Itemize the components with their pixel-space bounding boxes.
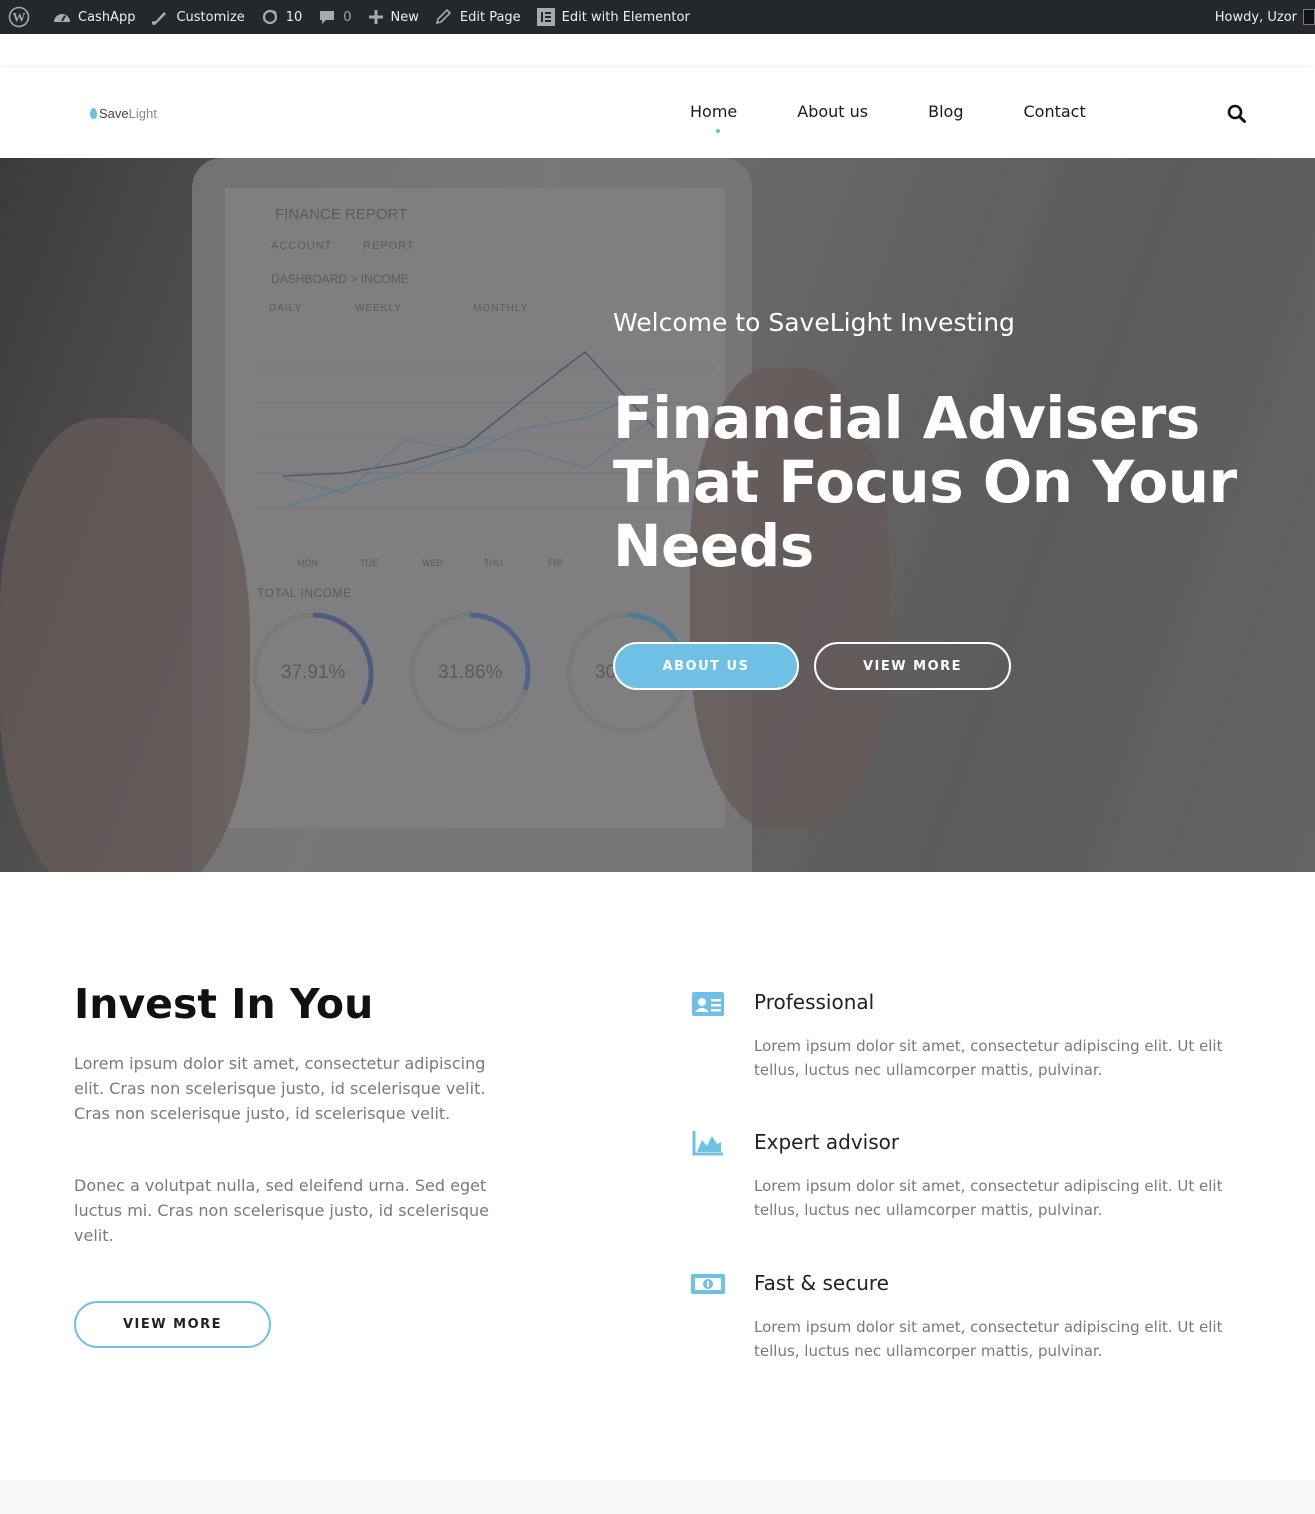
site-name-link[interactable]: CashApp: [45, 0, 143, 34]
wordpress-logo-button[interactable]: W: [0, 0, 45, 34]
id-card-icon: [690, 989, 726, 1019]
invest-paragraph-1: Lorem ipsum dolor sit amet, consectetur …: [74, 1054, 486, 1123]
hero-title-line-2: That Focus On Your: [613, 448, 1237, 516]
refresh-icon: [262, 9, 277, 25]
svg-text:W: W: [13, 10, 26, 25]
comment-icon: [320, 11, 335, 24]
comments-link[interactable]: 0: [310, 0, 359, 34]
edit-page-link[interactable]: Edit Page: [427, 0, 529, 34]
hero-section: FINANCE REPORT ACCOUNT REPORT DASHBOARD …: [0, 158, 1315, 872]
site-logo[interactable]: Save Light: [90, 106, 157, 121]
invest-view-more-button[interactable]: VIEW MORE: [74, 1301, 271, 1348]
nav-contact[interactable]: Contact: [1024, 102, 1086, 121]
account-menu[interactable]: Howdy, Uzor: [1207, 0, 1315, 34]
new-content-link[interactable]: New: [360, 0, 427, 34]
nav-blog[interactable]: Blog: [928, 102, 963, 121]
updates-link[interactable]: 10: [253, 0, 311, 34]
search-icon: [1227, 104, 1246, 123]
money-bill-icon: [690, 1269, 726, 1299]
edit-elementor-link[interactable]: Edit with Elementor: [529, 0, 698, 34]
feature-desc-professional: Lorem ipsum dolor sit amet, consectetur …: [754, 1037, 1223, 1079]
location-pin-icon: [90, 108, 97, 119]
edit-elementor-label: Edit with Elementor: [561, 9, 690, 25]
next-section-strip: [0, 1480, 1315, 1514]
elementor-icon: [536, 8, 555, 26]
updates-count: 10: [285, 9, 303, 25]
nav-about-us[interactable]: About us: [797, 102, 868, 121]
site-name-label: CashApp: [78, 9, 136, 25]
logo-text-save: Save: [99, 106, 129, 121]
dashboard-icon: [54, 14, 70, 22]
feature-desc-expert-advisor: Lorem ipsum dolor sit amet, consectetur …: [754, 1177, 1223, 1219]
nav-home[interactable]: Home: [690, 102, 737, 133]
site-header: Save Light Home About us Blog Contact: [0, 68, 1315, 158]
invest-title: Invest In You: [74, 980, 374, 1028]
feature-desc-fast-secure: Lorem ipsum dolor sit amet, consectetur …: [754, 1318, 1223, 1360]
hero-view-more-button[interactable]: VIEW MORE: [814, 642, 1011, 690]
hero-subtitle: Welcome to SaveLight Investing: [613, 308, 1015, 337]
new-label: New: [390, 9, 419, 25]
feature-title-fast-secure: Fast & secure: [754, 1271, 889, 1295]
feature-title-professional: Professional: [754, 990, 875, 1014]
wordpress-icon: W: [8, 6, 30, 28]
customize-link[interactable]: Customize: [143, 0, 252, 34]
plus-icon: [368, 10, 383, 24]
comments-count: 0: [343, 9, 352, 25]
admin-bar: W CashApp Customize 10 0 New Edit Page E…: [0, 0, 1315, 34]
logo-text-light: Light: [128, 106, 157, 121]
brush-icon: [152, 12, 167, 25]
edit-page-label: Edit Page: [459, 9, 521, 25]
howdy-label: Howdy, Uzor: [1214, 9, 1297, 25]
hero-title-line-1: Financial Advisers: [613, 384, 1200, 452]
invest-paragraph-2: Donec a volutpat nulla, sed eleifend urn…: [74, 1176, 490, 1245]
hero-title-line-3: Needs: [613, 512, 814, 580]
avatar: [1303, 9, 1315, 25]
customize-label: Customize: [176, 9, 245, 25]
feature-title-expert-advisor: Expert advisor: [754, 1130, 900, 1154]
pencil-icon: [435, 9, 452, 25]
area-chart-icon: [690, 1128, 726, 1158]
search-button[interactable]: [1226, 103, 1248, 125]
about-us-button[interactable]: ABOUT US: [613, 642, 799, 690]
main-nav: Home About us Blog Contact: [690, 102, 1146, 133]
hero-title: Financial Advisers That Focus On Your Ne…: [613, 386, 1293, 578]
